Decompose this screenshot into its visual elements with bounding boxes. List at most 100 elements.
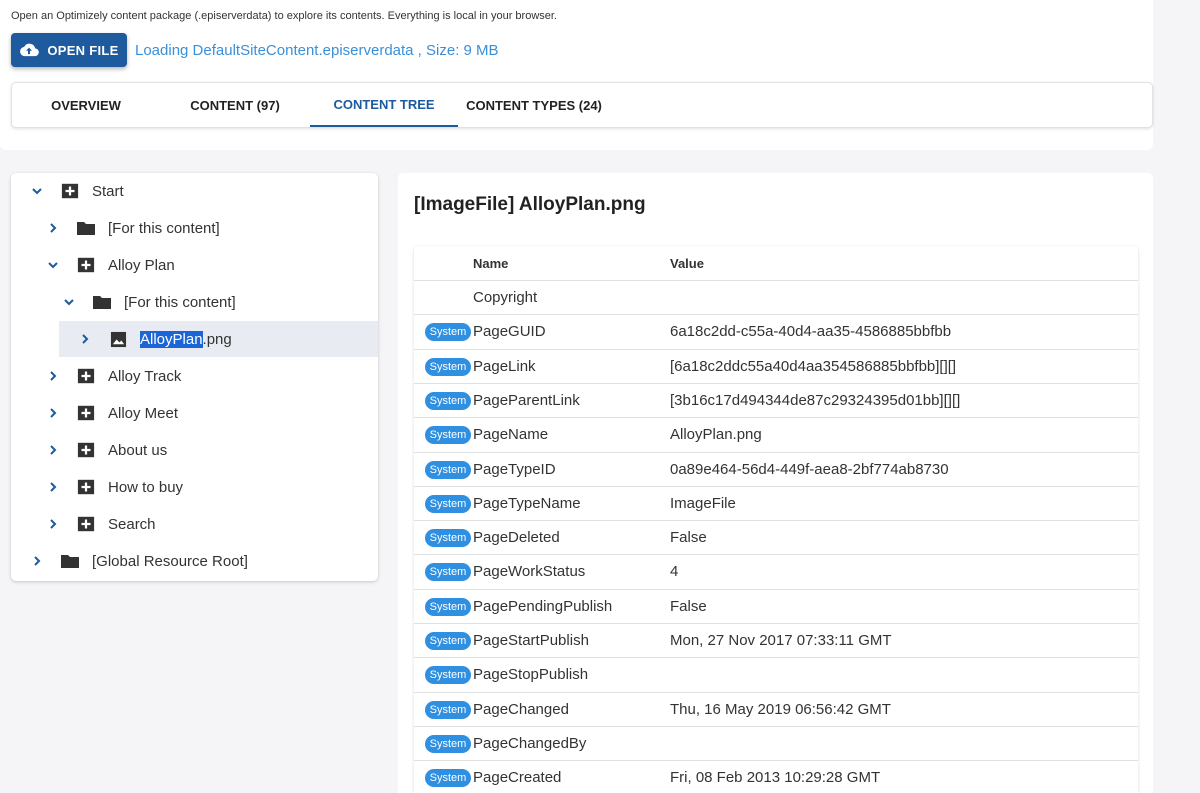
chevron-right-icon[interactable]	[30, 554, 44, 568]
page-icon	[76, 256, 96, 274]
property-name: PageTypeID	[473, 460, 556, 478]
property-value: False	[670, 597, 707, 615]
property-name: PageCreated	[473, 769, 562, 787]
column-header-name: Name	[473, 256, 509, 271]
tree-node-start[interactable]: Start	[11, 173, 378, 209]
tree-node-label: [For this content]	[124, 293, 236, 311]
table-row: System PageParentLink [3b16c17d494344de87c…	[414, 382, 1138, 417]
loading-status: Loading DefaultSiteContent.episerverdata…	[135, 42, 499, 59]
property-value: Mon, 27 Nov 2017 07:33:11 GMT	[670, 632, 892, 649]
table-row: System PageStopPublish	[414, 657, 1138, 691]
tree-node-alloy-plan[interactable]: Alloy Plan	[11, 247, 378, 283]
chevron-right-icon[interactable]	[78, 332, 92, 346]
table-row: System PageTypeName ImageFile	[414, 485, 1138, 520]
system-badge: System	[425, 666, 471, 685]
table-row: System PageCreated Fri, 08 Feb 2013 10:29:…	[414, 760, 1138, 793]
tree-node-label: Start	[92, 182, 124, 200]
property-name: PageChangedBy	[473, 734, 587, 752]
table-row: System PageChangedBy	[414, 725, 1138, 760]
table-row: System PagePendingPublish False	[414, 588, 1138, 623]
chevron-right-icon[interactable]	[46, 406, 60, 420]
page-icon	[60, 182, 80, 200]
tree-node-search[interactable]: Search	[11, 506, 378, 542]
property-name: Copyright	[473, 289, 538, 306]
tab-content-types[interactable]: CONTENT TYPES (24)	[458, 83, 610, 127]
tree-node-alloy-meet[interactable]: Alloy Meet	[11, 395, 378, 431]
cloud-upload-icon	[20, 43, 40, 57]
table-row: System PageChanged Thu, 16 May 2019 06:56:…	[414, 691, 1138, 726]
tab-content[interactable]: CONTENT (97)	[160, 83, 310, 127]
system-badge: System	[425, 323, 471, 342]
tree-node-global-resource-root[interactable]: [Global Resource Root]	[11, 543, 378, 579]
open-file-label: OPEN FILE	[47, 42, 119, 58]
system-badge: System	[425, 529, 471, 548]
chevron-right-icon[interactable]	[46, 443, 60, 457]
property-value: Fri, 08 Feb 2013 10:29:28 GMT	[670, 769, 881, 787]
open-file-button[interactable]: OPEN FILE	[11, 33, 127, 67]
tree-node-label: [Global Resource Root]	[92, 552, 248, 570]
table-row: System PageName AlloyPlan.png	[414, 417, 1138, 451]
tree-node-label: Alloy Meet	[108, 404, 179, 422]
property-value: 4	[670, 563, 679, 581]
tree-node-for-this-content[interactable]: [For this content]	[11, 210, 378, 246]
system-badge: System	[425, 494, 471, 513]
tree-node-label: AlloyPlan.png	[140, 330, 232, 348]
tab-content-tree[interactable]: CONTENT TREE	[310, 83, 458, 127]
folder-icon	[92, 293, 112, 311]
property-value: False	[670, 529, 707, 547]
tree-node-alloy-track[interactable]: Alloy Track	[11, 358, 378, 394]
property-name: PageTypeName	[473, 494, 581, 512]
system-badge: System	[425, 769, 471, 788]
tree-node-label: [For this content]	[108, 219, 220, 237]
tree-node-label: How to buy	[108, 478, 184, 496]
page-icon	[76, 404, 96, 422]
image-icon	[108, 330, 128, 348]
table-row: System PageLink [6a18c2ddc55a40d4aa3545868…	[414, 348, 1138, 383]
intro-text: Open an Optimizely content package (.epi…	[11, 10, 557, 22]
chevron-down-icon[interactable]	[62, 295, 76, 309]
chevron-down-icon[interactable]	[46, 258, 60, 272]
label-rest: .png	[202, 330, 232, 348]
system-badge: System	[425, 597, 471, 616]
chevron-right-icon[interactable]	[46, 221, 60, 235]
system-badge: System	[425, 391, 471, 410]
tree-node-label: Alloy Track	[108, 367, 182, 385]
detail-panel: [ImageFile] AlloyPlan.png Name Value Cop…	[398, 173, 1153, 793]
table-row: System PageDeleted False	[414, 520, 1138, 554]
property-value: [3b16c17d494344de87c29324395d01bb][][]	[670, 391, 961, 409]
property-name: PageChanged	[473, 700, 569, 718]
content-tree-panel: Start [For this content] Alloy Plan [For…	[11, 173, 378, 581]
column-header-value: Value	[670, 256, 704, 271]
chevron-down-icon[interactable]	[30, 184, 44, 198]
page-icon	[76, 441, 96, 459]
chevron-right-icon[interactable]	[46, 369, 60, 383]
table-row: System PageStartPublish Mon, 27 Nov 2017 0…	[414, 623, 1138, 657]
tree-node-label: Search	[108, 515, 156, 533]
property-name: PageLink	[473, 357, 536, 375]
chevron-right-icon[interactable]	[46, 517, 60, 531]
property-name: PageDeleted	[473, 529, 560, 547]
property-name: PageParentLink	[473, 391, 580, 409]
tree-node-label: About us	[108, 441, 168, 459]
tree-node-how-to-buy[interactable]: How to buy	[11, 469, 378, 505]
tab-overview[interactable]: OVERVIEW	[12, 83, 160, 127]
property-value: [6a18c2ddc55a40d4aa354586885bbfbb][][]	[670, 357, 957, 375]
system-badge: System	[425, 632, 471, 650]
system-badge: System	[425, 734, 471, 753]
system-badge: System	[425, 460, 471, 479]
tree-node-about-us[interactable]: About us	[11, 432, 378, 468]
property-name: PageStartPublish	[473, 632, 589, 649]
property-name: PageStopPublish	[473, 666, 589, 684]
property-name: PageGUID	[473, 323, 546, 341]
property-value: 0a89e464-56d4-449f-aea8-2bf774ab8730	[670, 460, 949, 478]
tree-node-alloyplan-png[interactable]: AlloyPlan.png	[59, 321, 378, 357]
property-value: AlloyPlan.png	[670, 426, 762, 444]
chevron-right-icon[interactable]	[46, 480, 60, 494]
tree-node-for-this-content[interactable]: [For this content]	[11, 284, 378, 320]
system-badge: System	[425, 563, 471, 582]
page-icon	[76, 515, 96, 533]
system-badge: System	[425, 700, 471, 719]
property-name: PagePendingPublish	[473, 597, 613, 615]
table-row: System PageWorkStatus 4	[414, 554, 1138, 588]
tab-bar: OVERVIEW CONTENT (97) CONTENT TREE CONTE…	[11, 82, 1153, 128]
